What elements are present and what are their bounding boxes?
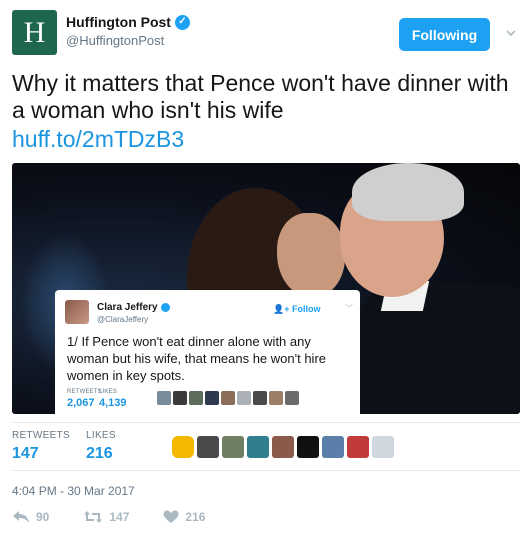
embedded-liker-avatar [157, 391, 171, 405]
liker-avatars [172, 436, 394, 458]
embedded-liker-avatar [269, 391, 283, 405]
retweets-count: 147 [12, 445, 39, 462]
embedded-liker-avatar [189, 391, 203, 405]
liker-avatar[interactable] [372, 436, 394, 458]
embedded-liker-avatar [285, 391, 299, 405]
likes-stat[interactable]: LIKES 216 [86, 430, 116, 463]
likes-count: 216 [86, 445, 113, 462]
embedded-liker-avatars [157, 391, 299, 405]
reply-icon [13, 511, 29, 523]
embedded-liker-avatar [221, 391, 235, 405]
retweets-label: RETWEETS [12, 430, 70, 441]
following-button[interactable]: Following [399, 18, 490, 51]
huffpost-avatar[interactable]: H [12, 10, 57, 55]
embedded-chevron-icon: ﹀ [345, 304, 353, 313]
liker-avatar[interactable] [322, 436, 344, 458]
tweet-photo[interactable]: Clara Jeffery @ClaraJeffery 👤+ Follow ﹀ … [12, 163, 520, 414]
liker-avatar[interactable] [172, 436, 194, 458]
embedded-tweet-card: Clara Jeffery @ClaraJeffery 👤+ Follow ﹀ … [55, 290, 360, 414]
man-hair [352, 163, 464, 221]
retweets-stat[interactable]: RETWEETS 147 [12, 430, 70, 463]
tweet-link[interactable]: huff.to/2mTDzB3 [12, 126, 184, 153]
author-display-name[interactable]: Huffington Post [66, 14, 171, 30]
retweet-action[interactable]: 147 [83, 510, 129, 524]
tweet-header: H Huffington Post ✓ @HuffingtonPost Foll… [12, 10, 520, 58]
avatar-logo-letter: H [23, 15, 46, 49]
tweet-actions: 90 147 216 [12, 510, 239, 524]
author-handle[interactable]: @HuffingtonPost [66, 33, 190, 48]
embedded-avatar [65, 300, 89, 324]
embedded-follow-label: Follow [291, 304, 321, 314]
embedded-likes-label: LIKES [99, 389, 118, 395]
chevron-down-icon[interactable] [506, 28, 516, 38]
tweet-timestamp[interactable]: 4:04 PM - 30 Mar 2017 [12, 484, 135, 498]
retweet-count: 147 [109, 510, 130, 524]
add-user-icon: 👤+ [273, 304, 290, 314]
embedded-handle: @ClaraJeffery [97, 315, 149, 324]
reply-action[interactable]: 90 [12, 510, 49, 524]
like-action[interactable]: 216 [163, 510, 205, 524]
liker-avatar[interactable] [347, 436, 369, 458]
author-block[interactable]: Huffington Post ✓ @HuffingtonPost [66, 14, 190, 48]
embedded-follow-button: 👤+ Follow [273, 304, 320, 315]
liker-avatar[interactable] [272, 436, 294, 458]
embedded-retweets-label: RETWEETS [67, 389, 102, 395]
tweet-text: Why it matters that Pence won't have din… [12, 70, 509, 123]
divider [12, 470, 520, 471]
liker-avatar[interactable] [297, 436, 319, 458]
embedded-liker-avatar [253, 391, 267, 405]
liker-avatar[interactable] [197, 436, 219, 458]
embedded-retweets-count: 2,067 [67, 397, 95, 409]
liker-avatar[interactable] [222, 436, 244, 458]
like-count: 216 [185, 510, 206, 524]
woman-face [277, 213, 345, 298]
verified-badge-icon: ✓ [174, 14, 190, 30]
embedded-liker-avatar [173, 391, 187, 405]
retweet-icon [84, 511, 103, 523]
embedded-likes-count: 4,139 [99, 397, 127, 409]
embedded-verified-icon [160, 303, 170, 312]
liker-avatar[interactable] [247, 436, 269, 458]
heart-icon [163, 510, 179, 523]
embedded-liker-avatar [237, 391, 251, 405]
likes-label: LIKES [86, 430, 116, 441]
embedded-tweet-text: 1/ If Pence won't eat dinner alone with … [67, 334, 327, 383]
embedded-display-name: Clara Jeffery [97, 302, 158, 313]
embedded-retweets: RETWEETS 2,067 [67, 389, 102, 409]
embedded-likes: LIKES 4,139 [99, 389, 127, 409]
divider [12, 422, 520, 423]
embedded-liker-avatar [205, 391, 219, 405]
reply-count: 90 [36, 510, 50, 524]
